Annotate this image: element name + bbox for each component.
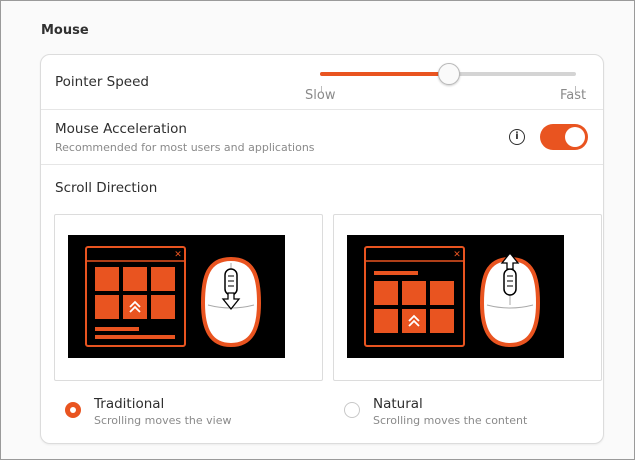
toggle-knob bbox=[565, 127, 585, 147]
mouse-acceleration-label: Mouse Acceleration bbox=[55, 121, 187, 137]
mouse-acceleration-subtitle: Recommended for most users and applicati… bbox=[55, 141, 315, 154]
traditional-radio[interactable] bbox=[65, 402, 81, 418]
pointer-speed-label: Pointer Speed bbox=[55, 74, 149, 90]
divider bbox=[41, 164, 603, 165]
mouse-settings-card: Pointer Speed Slow Fast Mouse Accelerati… bbox=[40, 54, 604, 444]
scroll-direction-label: Scroll Direction bbox=[55, 180, 158, 196]
traditional-option-panel[interactable]: ✕ bbox=[54, 214, 323, 381]
natural-radio[interactable] bbox=[344, 402, 360, 418]
slider-handle[interactable] bbox=[438, 63, 460, 85]
svg-text:✕: ✕ bbox=[453, 250, 461, 260]
traditional-label: Traditional bbox=[94, 396, 165, 412]
mouse-acceleration-toggle[interactable] bbox=[540, 124, 588, 150]
traditional-subtitle: Scrolling moves the view bbox=[94, 414, 232, 427]
svg-text:✕: ✕ bbox=[174, 250, 182, 260]
natural-illustration: ✕ bbox=[347, 235, 564, 358]
traditional-illustration: ✕ bbox=[68, 235, 285, 358]
info-icon[interactable]: i bbox=[509, 129, 525, 145]
natural-subtitle: Scrolling moves the content bbox=[373, 414, 528, 427]
section-title: Mouse bbox=[41, 23, 89, 38]
slider-max-label: Fast bbox=[560, 88, 587, 103]
natural-label: Natural bbox=[373, 396, 423, 412]
slider-fill bbox=[320, 72, 448, 76]
divider bbox=[41, 109, 603, 110]
slider-min-label: Slow bbox=[305, 88, 336, 103]
natural-option-panel[interactable]: ✕ bbox=[333, 214, 602, 381]
pointer-speed-slider[interactable] bbox=[320, 63, 576, 85]
